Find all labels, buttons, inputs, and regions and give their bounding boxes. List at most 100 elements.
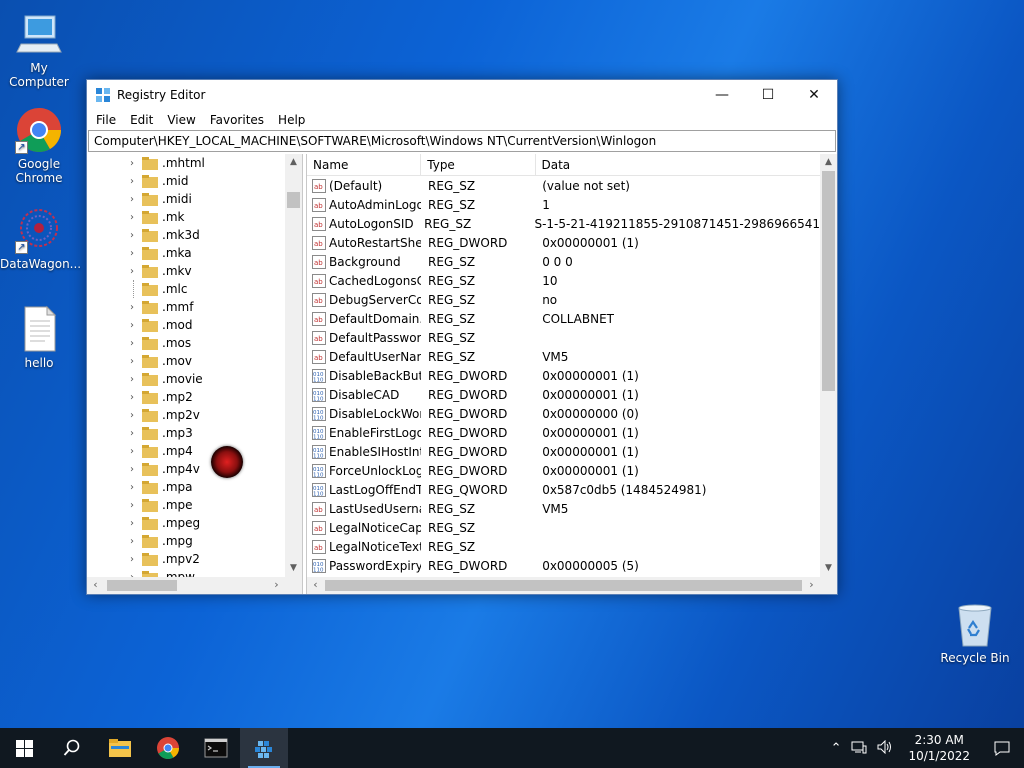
expand-chevron-icon[interactable]: › <box>127 428 137 439</box>
scroll-thumb[interactable] <box>287 192 300 208</box>
expand-chevron-icon[interactable]: › <box>127 482 137 493</box>
expand-chevron-icon[interactable]: › <box>127 464 137 475</box>
scroll-down-icon[interactable]: ▼ <box>285 560 302 577</box>
title-bar[interactable]: Registry Editor — ☐ ✕ <box>87 80 837 110</box>
expand-chevron-icon[interactable]: › <box>127 302 137 313</box>
address-bar[interactable]: Computer\HKEY_LOCAL_MACHINE\SOFTWARE\Mic… <box>88 130 836 152</box>
column-header-name[interactable]: Name <box>307 154 422 175</box>
expand-chevron-icon[interactable]: › <box>127 248 137 259</box>
list-vertical-scrollbar[interactable]: ▲ ▼ <box>820 154 837 577</box>
table-row[interactable]: ab Background REG_SZ 0 0 0 <box>307 252 820 271</box>
tree-item[interactable]: › .mpa <box>87 478 285 496</box>
taskbar-file-explorer[interactable] <box>96 728 144 768</box>
table-row[interactable]: ab LegalNoticeCap... REG_SZ <box>307 518 820 537</box>
tree-item[interactable]: › .mpg <box>87 532 285 550</box>
tree-item[interactable]: › .mmf <box>87 298 285 316</box>
table-row[interactable]: 010110DisableBackButt... REG_DWORD 0x00000… <box>307 366 820 385</box>
menu-file[interactable]: File <box>89 113 123 127</box>
list-horizontal-scrollbar[interactable]: ‹ › <box>307 577 820 594</box>
menu-favorites[interactable]: Favorites <box>203 113 271 127</box>
tree-item[interactable]: › .mka <box>87 244 285 262</box>
scroll-left-icon[interactable]: ‹ <box>87 577 104 594</box>
expand-chevron-icon[interactable]: › <box>127 446 137 457</box>
expand-chevron-icon[interactable]: › <box>127 266 137 277</box>
tree-item[interactable]: › .mk <box>87 208 285 226</box>
tree-item[interactable]: › .mp2 <box>87 388 285 406</box>
table-row[interactable]: ab DefaultDomain... REG_SZ COLLABNET <box>307 309 820 328</box>
column-header-type[interactable]: Type <box>421 154 536 175</box>
tree-item[interactable]: › .mpv2 <box>87 550 285 568</box>
table-row[interactable]: ab AutoAdminLogon REG_SZ 1 <box>307 195 820 214</box>
expand-chevron-icon[interactable]: › <box>127 554 137 565</box>
scroll-thumb[interactable] <box>107 580 177 591</box>
table-row[interactable]: 010110ForceUnlockLog... REG_DWORD 0x000000… <box>307 461 820 480</box>
tree-horizontal-scrollbar[interactable]: ‹ › <box>87 577 285 594</box>
tree-item[interactable]: › .mp3 <box>87 424 285 442</box>
table-row[interactable]: ab CachedLogonsC... REG_SZ 10 <box>307 271 820 290</box>
expand-chevron-icon[interactable]: › <box>127 338 137 349</box>
notifications-icon[interactable] <box>980 728 1024 768</box>
taskbar-registry-editor[interactable] <box>240 728 288 768</box>
tree-item[interactable]: › .mk3d <box>87 226 285 244</box>
tree-item[interactable]: › .mkv <box>87 262 285 280</box>
desktop-icon-my-computer[interactable]: My Computer <box>0 10 78 89</box>
desktop-icon-google-chrome[interactable]: ↗ Google Chrome <box>0 106 78 185</box>
expand-chevron-icon[interactable]: › <box>127 212 137 223</box>
table-row[interactable]: ab AutoLogonSID REG_SZ S-1-5-21-419211855-2… <box>307 214 820 233</box>
tree-item[interactable]: › .mhtml <box>87 154 285 172</box>
show-hidden-icons-icon[interactable]: ⌃ <box>826 741 847 756</box>
table-row[interactable]: 010 110 DisableCAD REG_DWORD 0x00000001 (1) <box>307 385 820 404</box>
tree-item[interactable]: › .mod <box>87 316 285 334</box>
table-row[interactable]: ab LegalNoticeText REG_SZ <box>307 537 820 556</box>
close-button[interactable]: ✕ <box>791 80 837 110</box>
table-row[interactable]: ab AutoRestartShell REG_DWORD 0x00000001 (1… <box>307 233 820 252</box>
scroll-thumb[interactable] <box>325 580 802 591</box>
table-row[interactable]: 010110EnableFirstLogo... REG_DWORD 0x00000… <box>307 423 820 442</box>
table-row[interactable]: ab DefaultUserName REG_SZ VM5 <box>307 347 820 366</box>
menu-edit[interactable]: Edit <box>123 113 160 127</box>
table-row[interactable]: ab (Default) REG_SZ (value not set) <box>307 176 820 195</box>
tree-item[interactable]: › .movie <box>87 370 285 388</box>
expand-chevron-icon[interactable]: › <box>127 230 137 241</box>
expand-chevron-icon[interactable]: › <box>127 500 137 511</box>
expand-chevron-icon[interactable]: › <box>127 518 137 529</box>
tree-item[interactable]: › .mpeg <box>87 514 285 532</box>
table-row[interactable]: ab DefaultPassword REG_SZ <box>307 328 820 347</box>
expand-chevron-icon[interactable]: › <box>127 536 137 547</box>
table-row[interactable]: 010110PasswordExpiry... REG_DWORD 0x000000… <box>307 556 820 575</box>
column-header-data[interactable]: Data <box>536 154 821 175</box>
expand-chevron-icon[interactable]: › <box>127 356 137 367</box>
volume-icon[interactable] <box>872 739 898 757</box>
expand-chevron-icon[interactable]: › <box>127 176 137 187</box>
desktop-icon-datawagon[interactable]: ↗ DataWagon... <box>0 206 81 271</box>
maximize-button[interactable]: ☐ <box>745 80 791 110</box>
expand-chevron-icon[interactable]: › <box>127 374 137 385</box>
search-button[interactable] <box>48 728 96 768</box>
expand-chevron-icon[interactable]: › <box>127 194 137 205</box>
expand-chevron-icon[interactable]: › <box>127 320 137 331</box>
scroll-right-icon[interactable]: › <box>268 577 285 594</box>
tree-item[interactable]: › .midi <box>87 190 285 208</box>
tree-item[interactable]: › .mos <box>87 334 285 352</box>
tree-item[interactable]: .mlc <box>87 280 285 298</box>
table-row[interactable]: 010110DisableLockWor... REG_DWORD 0x000000… <box>307 404 820 423</box>
clock[interactable]: 2:30 AM 10/1/2022 <box>898 732 980 764</box>
taskbar-command-prompt[interactable] <box>192 728 240 768</box>
taskbar-chrome[interactable] <box>144 728 192 768</box>
tree-item[interactable]: › .mov <box>87 352 285 370</box>
menu-help[interactable]: Help <box>271 113 312 127</box>
tree-item[interactable]: › .mp4 <box>87 442 285 460</box>
minimize-button[interactable]: — <box>699 80 745 110</box>
start-button[interactable] <box>0 728 48 768</box>
table-row[interactable]: ab LastUsedUserna... REG_SZ VM5 <box>307 499 820 518</box>
tree-item[interactable]: › .mpe <box>87 496 285 514</box>
table-row[interactable]: 010110LastLogOffEndTi... REG_QWORD 0x587c0… <box>307 480 820 499</box>
tree-vertical-scrollbar[interactable]: ▲ ▼ <box>285 154 302 577</box>
menu-view[interactable]: View <box>160 113 202 127</box>
desktop-icon-hello[interactable]: hello <box>0 305 78 370</box>
tree-item[interactable]: › .mid <box>87 172 285 190</box>
expand-chevron-icon[interactable]: › <box>127 392 137 403</box>
scroll-right-icon[interactable]: › <box>803 577 820 594</box>
scroll-up-icon[interactable]: ▲ <box>820 154 837 171</box>
expand-chevron-icon[interactable]: › <box>127 410 137 421</box>
